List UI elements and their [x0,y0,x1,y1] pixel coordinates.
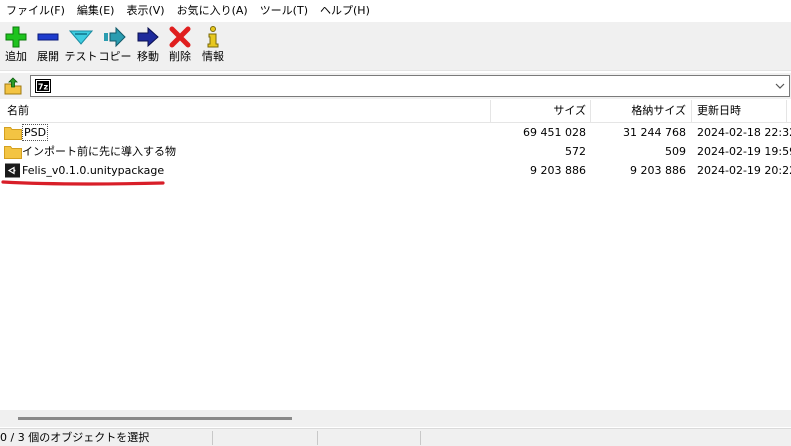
list-item[interactable]: インポート前に先に導入する物 572 509 2024-02-19 19:59 [0,142,791,161]
move-button[interactable]: 移動 [134,24,162,70]
copy-button[interactable]: コピー [98,24,132,70]
copy-arrow-icon [103,24,127,50]
address-field[interactable]: 7z [30,75,790,97]
file-name: インポート前に先に導入する物 [22,145,176,158]
svg-text:7z: 7z [38,83,49,92]
menu-tools[interactable]: ツール(T) [254,0,314,22]
file-packed-size: 31 244 768 [623,126,686,139]
status-divider [212,431,213,445]
plus-icon [4,24,28,50]
file-list: 名前 サイズ 格納サイズ 更新日時 PSD 69 451 028 31 244 … [0,100,791,408]
file-name: PSD [22,124,49,141]
check-chevron-icon [69,24,93,50]
unity-package-icon [5,163,20,178]
menu-file[interactable]: ファイル(F) [0,0,71,22]
copy-label: コピー [98,50,132,63]
folder-icon [4,146,22,159]
extract-label: 展開 [37,50,59,63]
menu-help[interactable]: ヘルプ(H) [314,0,376,22]
menu-view[interactable]: 表示(V) [120,0,170,22]
file-modified: 2024-02-19 20:22 [697,164,791,177]
add-label: 追加 [5,50,27,63]
red-underline-annotation [1,180,165,186]
list-header: 名前 サイズ 格納サイズ 更新日時 [0,100,791,123]
arrow-right-icon [136,24,160,50]
file-packed-size: 9 203 886 [630,164,686,177]
folder-icon [4,127,22,140]
test-button[interactable]: テスト [64,24,98,70]
file-packed-size: 509 [665,145,686,158]
list-item[interactable]: PSD 69 451 028 31 244 768 2024-02-18 22:… [0,123,791,142]
info-label: 情報 [202,50,224,63]
up-folder-button[interactable] [3,76,23,96]
address-input[interactable] [55,78,755,94]
status-divider [317,431,318,445]
horizontal-scrollbar[interactable] [0,410,791,427]
extract-button[interactable]: 展開 [35,24,61,70]
menu-edit[interactable]: 編集(E) [71,0,121,22]
test-label: テスト [64,50,98,63]
toolbar: 追加 展開 テスト コピー 移動 削除 情報 [0,22,791,71]
selection-status: 0 / 3 個のオブジェクトを選択 [0,431,150,444]
status-bar: 0 / 3 個のオブジェクトを選択 [0,428,791,446]
minus-icon [36,24,60,50]
file-size: 9 203 886 [530,164,586,177]
menu-favorites[interactable]: お気に入り(A) [171,0,254,22]
7zip-icon: 7z [35,79,51,93]
status-divider [420,431,421,445]
chevron-down-icon[interactable] [775,81,785,91]
folder-up-icon [4,77,22,95]
info-button[interactable]: 情報 [199,24,227,70]
column-packed-size[interactable]: 格納サイズ [592,100,686,122]
add-button[interactable]: 追加 [3,24,29,70]
column-separator[interactable] [691,100,692,122]
column-name[interactable]: 名前 [7,100,29,122]
address-bar: 7z [0,73,791,99]
menu-bar: ファイル(F) 編集(E) 表示(V) お気に入り(A) ツール(T) ヘルプ(… [0,0,791,22]
column-modified[interactable]: 更新日時 [697,100,741,122]
scrollbar-thumb[interactable] [18,417,292,420]
column-separator[interactable] [590,100,591,122]
file-size: 69 451 028 [523,126,586,139]
column-separator[interactable] [786,100,787,122]
column-separator[interactable] [490,100,491,122]
file-modified: 2024-02-19 19:59 [697,145,791,158]
column-size[interactable]: サイズ [492,100,586,122]
file-modified: 2024-02-18 22:32 [697,126,791,139]
x-icon [168,24,192,50]
delete-button[interactable]: 削除 [166,24,194,70]
file-size: 572 [565,145,586,158]
info-icon [201,24,225,50]
move-label: 移動 [137,50,159,63]
delete-label: 削除 [169,50,191,63]
